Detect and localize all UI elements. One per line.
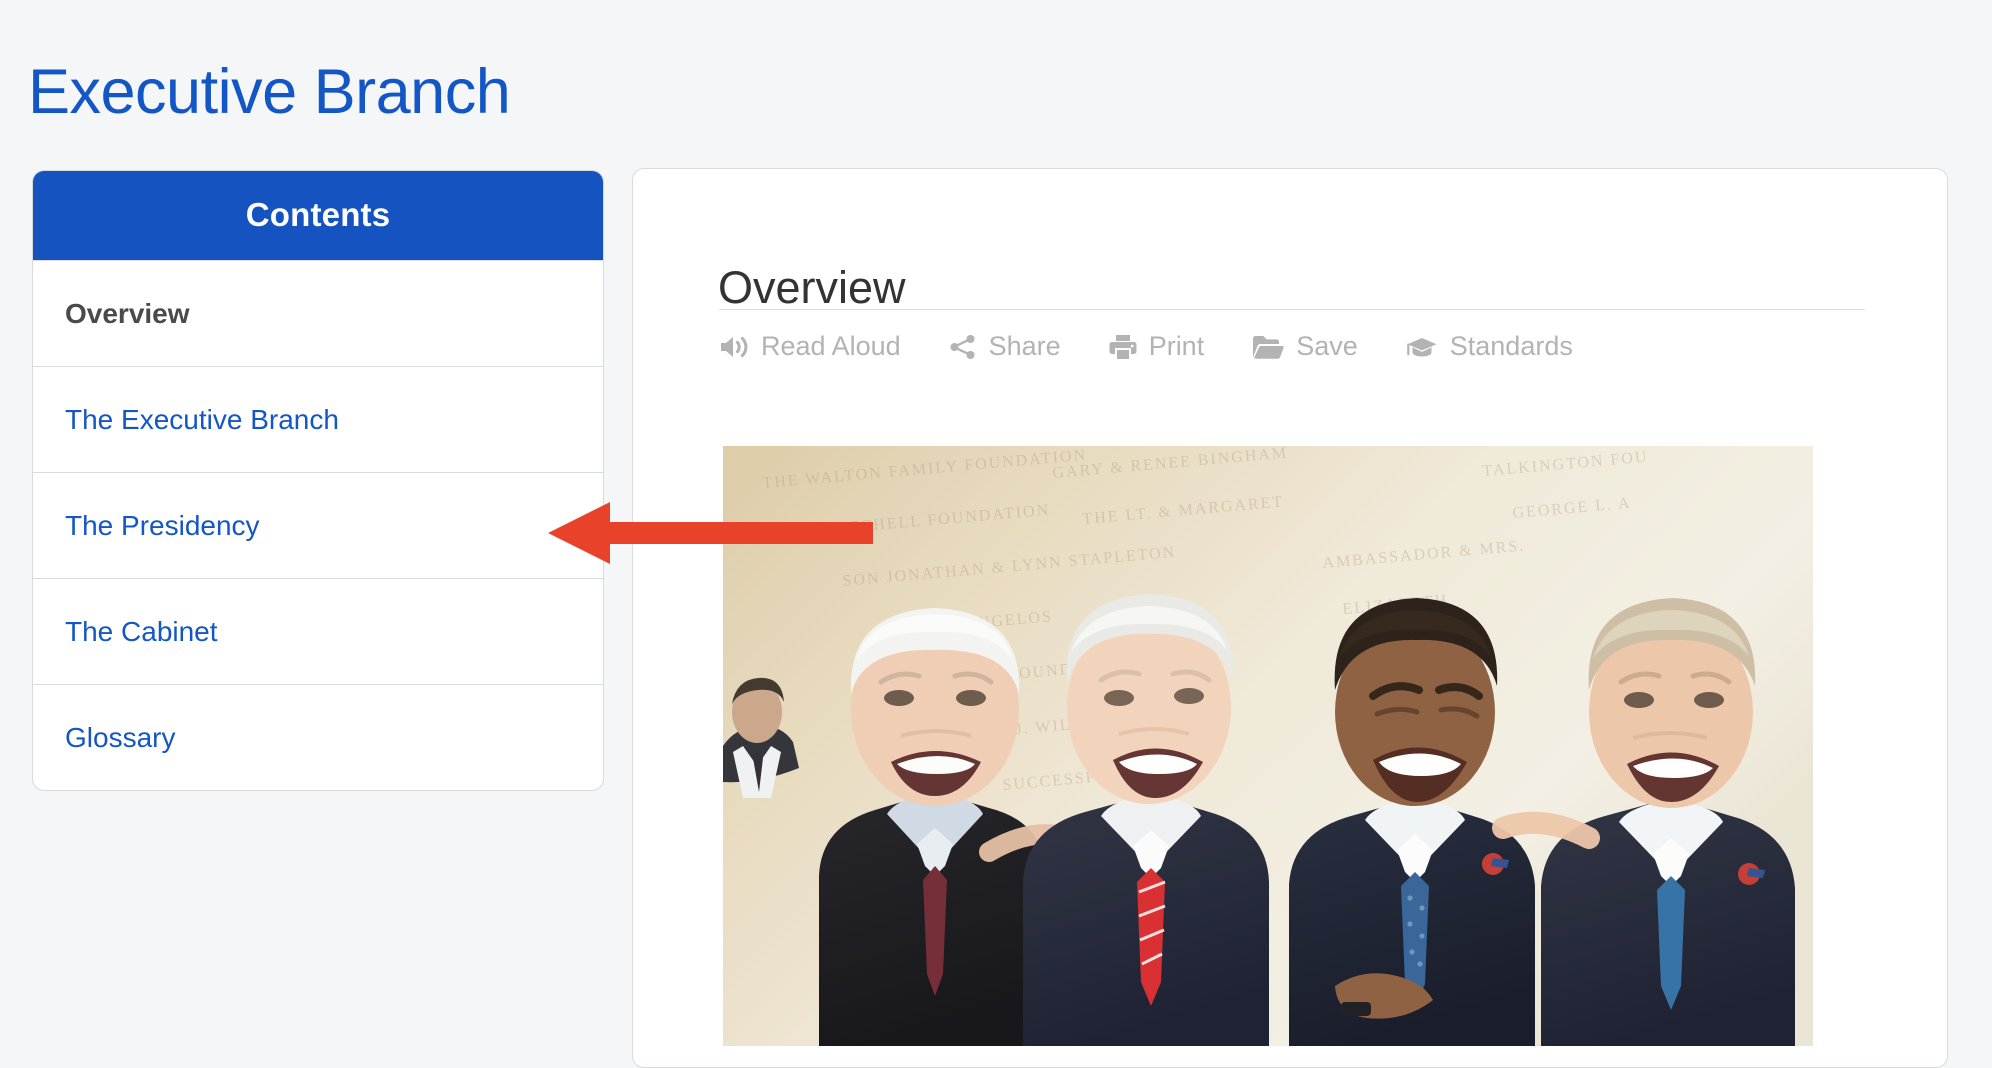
sidebar-item-label: The Presidency — [65, 509, 260, 541]
sidebar-item-the-cabinet[interactable]: The Cabinet — [33, 578, 603, 684]
standards-button[interactable]: Standards — [1406, 331, 1573, 362]
print-button[interactable]: Print — [1109, 331, 1205, 362]
sidebar-item-label: The Executive Branch — [65, 403, 339, 435]
heading-divider — [719, 309, 1865, 310]
share-nodes-icon — [949, 334, 977, 360]
content-heading: Overview — [718, 262, 906, 314]
sidebar-item-glossary[interactable]: Glossary — [33, 684, 603, 790]
read-aloud-label: Read Aloud — [761, 331, 901, 361]
sidebar-item-label: Glossary — [65, 721, 176, 753]
sidebar-item-label: The Cabinet — [65, 615, 218, 647]
content-toolbar: Read Aloud Share Print Save Standards — [719, 331, 1573, 362]
share-button[interactable]: Share — [949, 331, 1061, 362]
volume-up-icon — [719, 334, 749, 360]
printer-icon — [1109, 334, 1137, 360]
sidebar-item-label: Overview — [65, 297, 190, 329]
graduation-cap-icon — [1406, 334, 1438, 360]
page-title: Executive Branch — [28, 57, 511, 128]
sidebar-item-the-executive-branch[interactable]: The Executive Branch — [33, 366, 603, 472]
contents-sidebar: Contents Overview The Executive Branch T… — [32, 170, 604, 791]
contents-header: Contents — [33, 171, 603, 260]
sidebar-item-the-presidency[interactable]: The Presidency — [33, 472, 603, 578]
content-card: Overview Read Aloud Share Print Save Sta… — [632, 168, 1948, 1068]
print-label: Print — [1148, 331, 1205, 361]
read-aloud-button[interactable]: Read Aloud — [719, 331, 901, 362]
save-label: Save — [1296, 331, 1358, 361]
presidents-photo: THE WALTON FAMILY FOUNDATION GARY & RENE… — [723, 446, 1813, 1046]
folder-open-icon — [1252, 334, 1284, 360]
standards-label: Standards — [1449, 331, 1573, 361]
share-label: Share — [988, 331, 1061, 361]
presidents-photo-illustration: THE WALTON FAMILY FOUNDATION GARY & RENE… — [723, 446, 1813, 1046]
save-button[interactable]: Save — [1252, 331, 1358, 362]
sidebar-item-overview[interactable]: Overview — [33, 260, 603, 366]
